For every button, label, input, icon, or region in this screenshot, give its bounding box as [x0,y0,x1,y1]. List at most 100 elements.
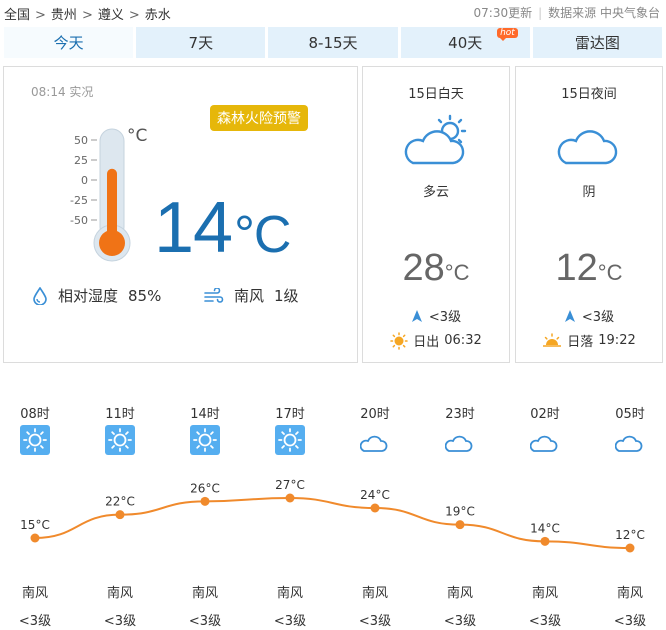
water-drop-icon [33,286,47,305]
sunrise: 日出 06:32 [363,331,509,350]
temperature-point [115,510,125,520]
hourly-wind-direction: 南风 [531,586,558,601]
daytime-temp-value: 28 [402,247,445,289]
daytime-forecast-panel: 15日白天 多云 28°C <3级 日出 06:32 [362,66,510,363]
daytime-wind-level: <3级 [428,310,462,325]
fire-risk-alert-badge[interactable]: 森林火险预警 [210,105,308,131]
hourly-wind-direction: 南风 [616,586,643,601]
hot-badge: hot [497,28,518,41]
hourly-time: 05时 [615,407,645,422]
current-temperature: 14°C [154,187,291,269]
daytime-title: 15日白天 [408,87,464,102]
temperature-label: 27°C [275,478,305,492]
temperature-label: 15°C [20,518,50,532]
daytime-temperature: 28°C [363,247,509,290]
sunset-label: 日落 [567,335,594,350]
update-time: 07:30更新 [473,6,533,20]
breadcrumb-guizhou[interactable]: 贵州 [51,8,77,23]
breadcrumb-national[interactable]: 全国 [4,8,30,23]
hourly-wind-level: <3级 [188,614,222,629]
hourly-wind-direction: 南风 [191,586,218,601]
nighttime-wind: <3级 [516,306,662,325]
forecast-tabs: 今天 7天 8-15天 40天 hot 雷达图 [4,27,663,58]
thermo-tick-label: -25 [70,194,88,207]
daytime-wind: <3级 [363,306,509,325]
sunny-icon [270,424,310,459]
breadcrumb-separator: > [81,8,93,23]
hourly-wind-direction: 南风 [276,586,303,601]
tab-40days[interactable]: 40天 hot [400,27,530,58]
hourly-time: 11时 [105,407,135,422]
nighttime-wind-level: <3级 [581,310,615,325]
hourly-wind-level: <3级 [358,614,392,629]
cloudy-night-icon [440,425,480,459]
hourly-wind-direction: 南风 [21,586,48,601]
temperature-point [200,496,210,506]
sunset-icon [543,332,562,347]
thermo-tick-label: 0 [81,174,88,187]
wind-icon [204,287,224,303]
nighttime-temperature: 12°C [516,247,662,290]
breadcrumb: 全国 > 贵州 > 遵义 > 赤水 [4,4,171,23]
cloudy-night-icon [552,111,628,175]
temperature-point [285,493,295,503]
sunset-time: 19:22 [598,333,636,348]
hourly-wind-level: <3级 [613,614,647,629]
hourly-time: 23时 [445,407,475,422]
current-temp-unit: °C [234,206,291,264]
sunrise-time: 06:32 [444,333,482,348]
temperature-label: 24°C [360,488,390,502]
thermometer-icon: 50 25 0 -25 -50 °C [70,126,147,262]
tab-7days[interactable]: 7天 [136,27,266,58]
nighttime-condition: 阴 [582,185,596,200]
thermo-unit: °C [127,126,147,146]
humidity-label: 相对湿度 [58,287,119,305]
hourly-time: 17时 [275,407,305,422]
hourly-time: 08时 [20,407,50,422]
breadcrumb-chishui: 赤水 [144,8,171,23]
sunrise-label: 日出 [413,335,440,350]
hourly-time: 20时 [360,407,390,422]
hourly-temperature-chart: 15°C 22°C 26°C 27°C 24°C 19°C 14°C 12°C [20,478,645,553]
temperature-label: 12°C [615,528,645,542]
hourly-time: 02时 [530,407,560,422]
hourly-forecast: 15°C 22°C 26°C 27°C 24°C 19°C 14°C 12°C 08时 南风 <3… [0,395,666,630]
nighttime-forecast-panel: 15日夜间 阴 12°C <3级 日落 19:22 [515,66,663,363]
sunny-icon [185,424,225,459]
temperature-label: 19°C [445,505,475,519]
update-meta: 07:30更新 | 数据来源 中央气象台 [474,4,660,21]
breadcrumb-zunyi[interactable]: 遵义 [98,8,124,23]
sunny-icon [15,424,55,459]
hourly-time: 14时 [190,407,220,422]
temperature-point [540,536,550,546]
hourly-wind-level: <3级 [528,614,562,629]
sunny-icon [100,424,140,459]
breadcrumb-separator: > [128,8,140,23]
tab-8-15days[interactable]: 8-15天 [268,27,398,58]
tab-today[interactable]: 今天 [4,27,134,58]
temperature-point [455,520,465,530]
current-temp-value: 14 [154,188,233,268]
hourly-wind-direction: 南风 [106,586,133,601]
temperature-point [30,533,40,543]
temperature-point [625,543,635,553]
temperature-label: 22°C [105,495,135,509]
daytime-temp-unit: °C [444,260,470,285]
humidity: 相对湿度 85% [32,285,161,306]
nighttime-title: 15日夜间 [561,87,617,102]
daytime-condition: 多云 [422,185,449,200]
thermo-tick-label: 25 [74,154,88,167]
meta-divider: | [538,6,543,20]
observation-time: 08:14 实况 [31,85,94,99]
temperature-label: 26°C [190,481,220,495]
tab-radar[interactable]: 雷达图 [532,27,663,58]
sunset: 日落 19:22 [516,331,662,350]
hourly-wind-direction: 南风 [361,586,388,601]
hourly-wind-level: <3级 [18,614,52,629]
breadcrumb-separator: > [35,8,46,23]
cloudy-night-icon [525,425,565,459]
hourly-wind-level: <3级 [273,614,307,629]
nighttime-temp-unit: °C [597,260,623,285]
thermo-tick-label: 50 [74,134,88,147]
wind-direction: 南风 [234,287,265,305]
